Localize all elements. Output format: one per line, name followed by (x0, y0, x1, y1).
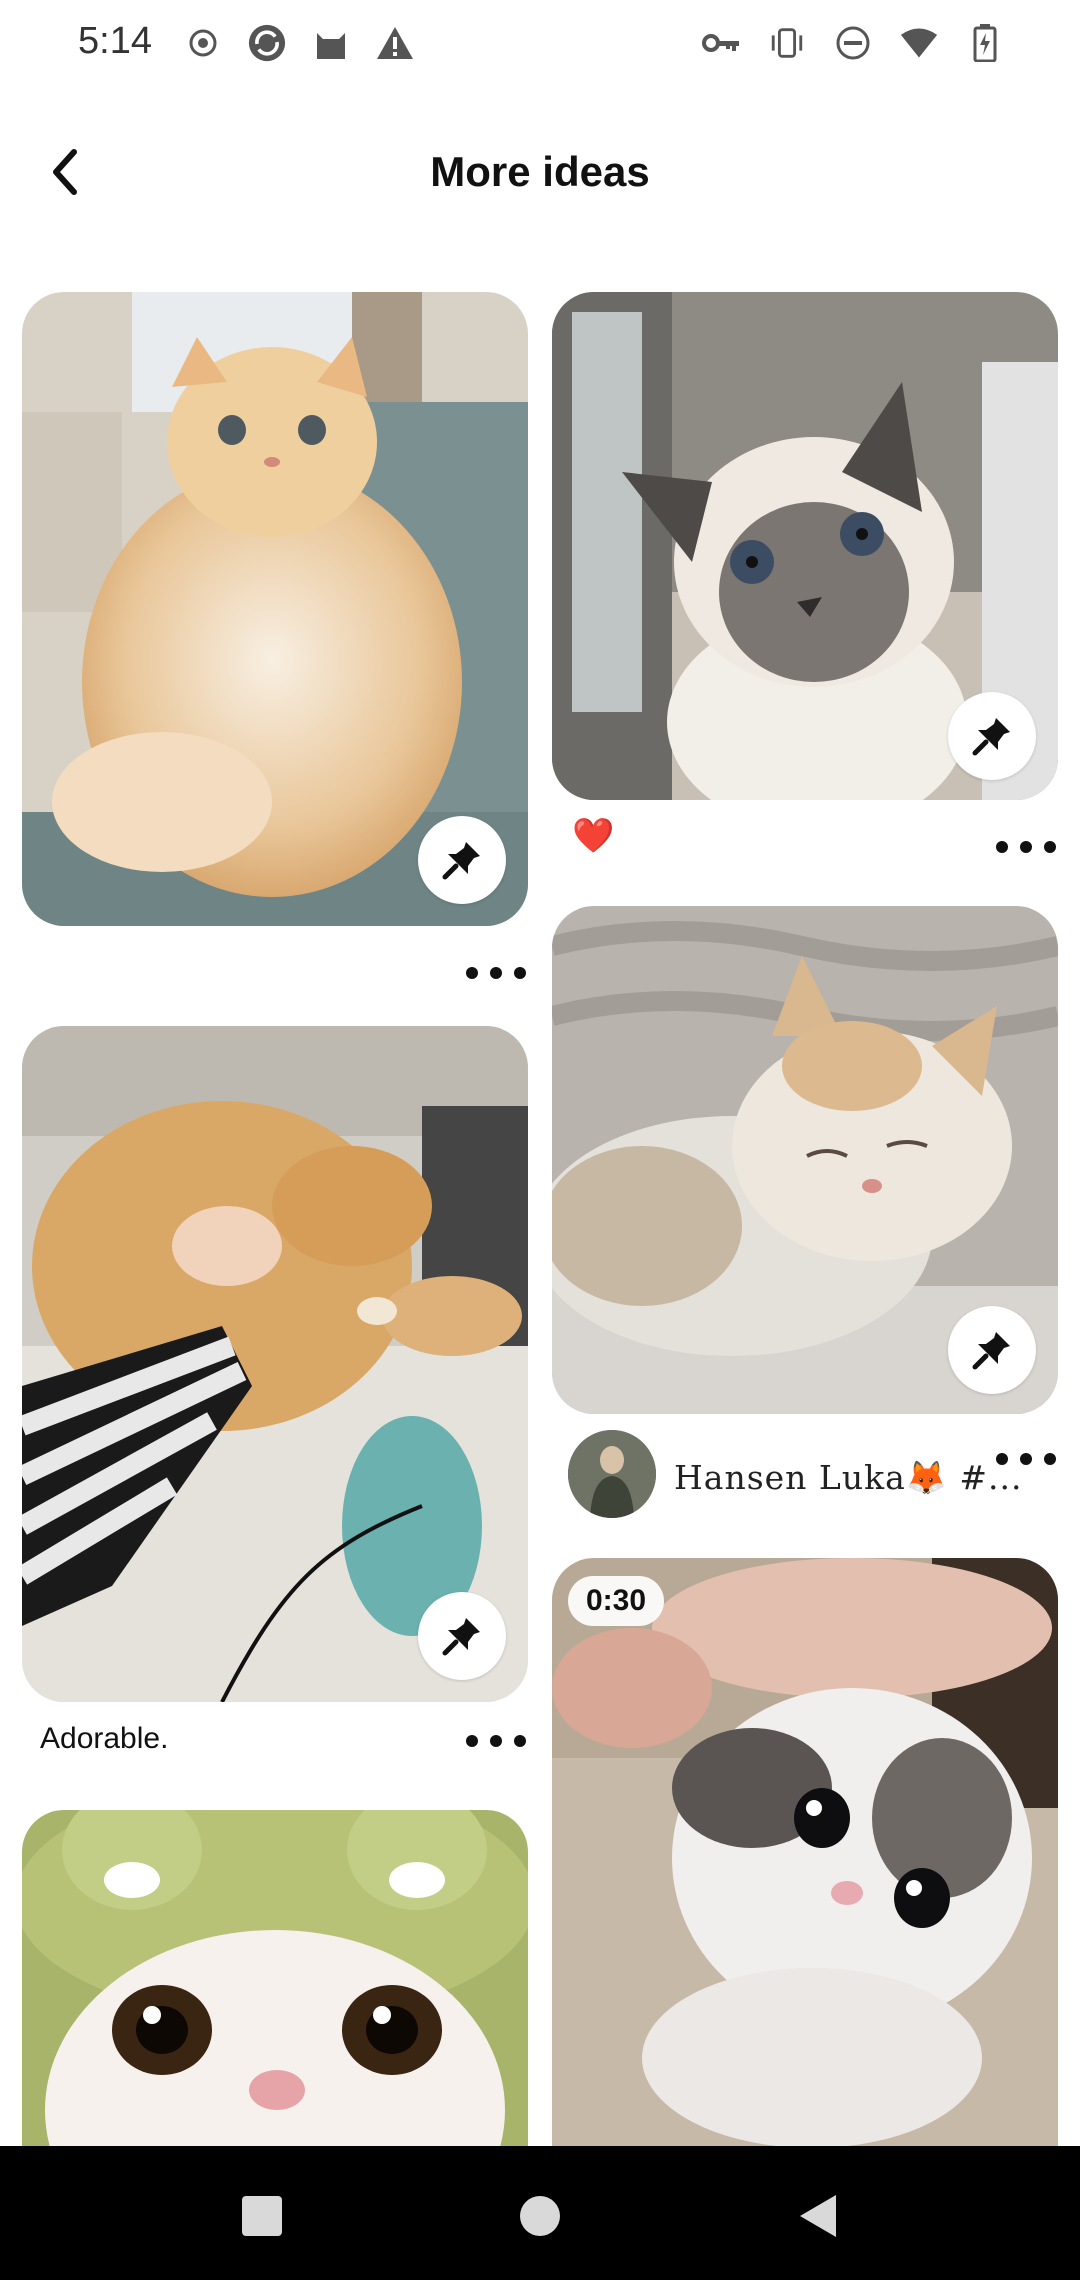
page-title: More ideas (430, 148, 650, 195)
recents-square-icon (242, 2196, 282, 2236)
home-circle-icon (520, 2196, 560, 2236)
more-options-button[interactable] (996, 832, 1056, 862)
pin-card[interactable]: ❤️ (552, 292, 1058, 872)
wifi-icon (900, 24, 938, 62)
pin-caption: ❤️ (572, 817, 615, 855)
pin-card[interactable]: 0:30 (552, 1558, 1058, 2198)
pin-caption: Adorable. (40, 1722, 169, 1755)
pin-icon (972, 718, 1010, 756)
more-options-button[interactable] (996, 1444, 1056, 1474)
pin-icon (442, 1618, 480, 1656)
save-pin-button[interactable] (418, 816, 506, 904)
pin-icon (972, 1332, 1010, 1370)
author-name[interactable]: Hansen Luka🦊 #... (674, 1458, 1022, 1498)
system-nav-bar (0, 2146, 1080, 2280)
back-triangle-icon (800, 2195, 836, 2237)
pin-card[interactable]: Hansen Luka🦊 #... (552, 906, 1058, 1526)
video-duration-badge: 0:30 (568, 1576, 665, 1626)
header: More ideas (0, 88, 1080, 258)
save-pin-button[interactable] (948, 1306, 1036, 1394)
vibrate-icon (768, 24, 806, 62)
battery-charging-icon (966, 24, 1004, 62)
do-not-disturb-icon (834, 24, 872, 62)
back-nav-button[interactable] (778, 2176, 858, 2256)
pin-card[interactable]: Adorable. (22, 1026, 528, 1766)
home-button[interactable] (500, 2176, 580, 2256)
save-pin-button[interactable] (948, 692, 1036, 780)
pin-image[interactable] (552, 1558, 1058, 2198)
pin-card[interactable] (22, 1810, 528, 2210)
pin-card[interactable] (22, 292, 528, 992)
author-avatar[interactable] (568, 1430, 656, 1518)
record-icon (184, 24, 222, 62)
status-time: 5:14 (78, 20, 152, 62)
more-options-button[interactable] (466, 1726, 526, 1756)
pin-icon (442, 842, 480, 880)
warning-icon (376, 24, 414, 62)
status-bar: 5:14 (0, 0, 1080, 88)
more-options-button[interactable] (466, 958, 526, 988)
sync-app-icon (248, 24, 286, 62)
vpn-key-icon (702, 24, 740, 62)
save-pin-button[interactable] (418, 1592, 506, 1680)
cat-app-icon (312, 24, 350, 62)
recents-button[interactable] (222, 2176, 302, 2256)
